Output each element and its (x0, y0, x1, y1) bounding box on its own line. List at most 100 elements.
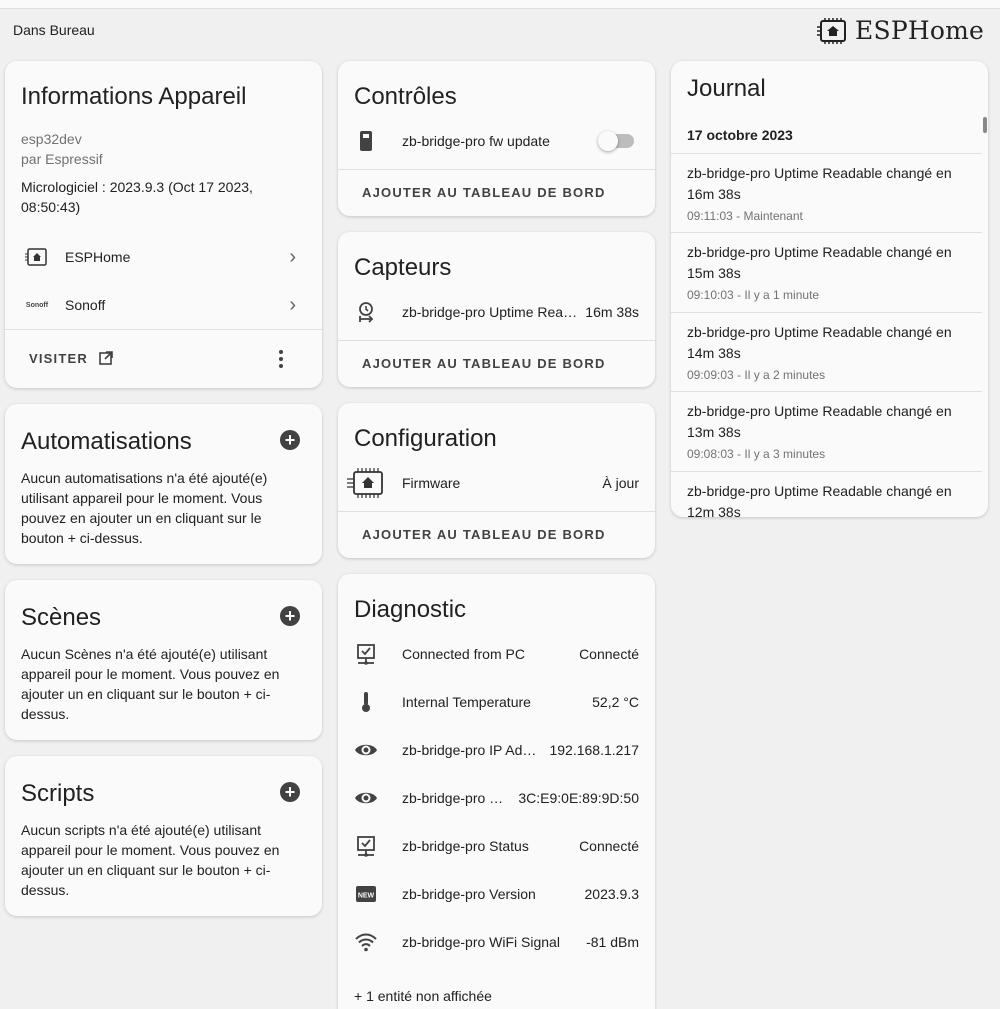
journal-date: 17 octobre 2023 (687, 127, 793, 143)
integration-sonoff[interactable]: Sonoff Sonoff › (5, 281, 322, 329)
esphome-logo-icon (25, 245, 49, 269)
monitor-check-icon (354, 642, 378, 666)
log-entry[interactable]: zb-bridge-pro Uptime Readable changé en … (671, 392, 982, 472)
integration-esphome[interactable]: ESPHome › (5, 233, 322, 281)
add-to-dashboard-button[interactable]: AJOUTER AU TABLEAU DE BORD (362, 527, 606, 542)
divider (338, 340, 655, 341)
integration-name: ESPHome (65, 249, 131, 265)
entity-name: Firmware (402, 475, 461, 491)
automations-card: Automatisations + Aucun automatisations … (5, 404, 322, 564)
add-automation-button[interactable]: + (280, 430, 300, 450)
log-message: zb-bridge-pro Uptime Readable changé en … (687, 244, 952, 281)
empty-text: Aucun Scènes n'a été ajouté(e) utilisant… (21, 646, 280, 722)
visit-label: VISITER (29, 350, 88, 366)
card-title: Contrôles (354, 83, 457, 110)
diagnostic-card: Diagnostic Connected from PC Connecté In… (338, 574, 655, 1009)
add-script-button[interactable]: + (280, 782, 300, 802)
log-entry[interactable]: zb-bridge-pro Uptime Readable changé en … (671, 313, 982, 392)
entity-name: zb-bridge-pro Mac Address (402, 790, 510, 806)
entity-row[interactable]: Firmware À jour (338, 459, 655, 507)
add-to-dashboard-button[interactable]: AJOUTER AU TABLEAU DE BORD (362, 185, 606, 200)
entity-row[interactable]: zb-bridge-pro Mac Address 3C:E9:0E:89:9D… (338, 774, 655, 822)
entity-value: -81 dBm (586, 934, 639, 950)
visit-button[interactable]: VISITER (21, 343, 114, 373)
entity-row[interactable]: zb-bridge-pro Status Connecté (338, 822, 655, 870)
card-title: Scripts (21, 780, 95, 807)
entity-value: 3C:E9:0E:89:9D:50 (518, 790, 639, 806)
entity-name: zb-bridge-pro IP Address (402, 742, 542, 758)
area-breadcrumb[interactable]: Dans Bureau (13, 22, 95, 38)
entity-name: zb-bridge-pro Uptime Readable (402, 304, 577, 320)
entity-value: 16m 38s (585, 304, 639, 320)
device-icon (354, 129, 378, 153)
fw-update-toggle[interactable] (598, 131, 634, 151)
entity-row[interactable]: Connected from PC Connecté (338, 630, 655, 678)
eye-icon (354, 738, 378, 762)
log-entry[interactable]: zb-bridge-pro Uptime Readable changé en … (671, 472, 982, 517)
eye-icon (354, 786, 378, 810)
log-message: zb-bridge-pro Uptime Readable changé en … (687, 483, 952, 517)
entity-row[interactable]: zb-bridge-pro WiFi Signal -81 dBm (338, 918, 655, 966)
divider (338, 169, 655, 170)
divider (338, 511, 655, 512)
log-entry[interactable]: zb-bridge-pro Uptime Readable changé en … (671, 233, 982, 313)
sensors-card: Capteurs zb-bridge-pro Uptime Readable 1… (338, 232, 655, 387)
empty-text: Aucun scripts n'a été ajouté(e) utilisan… (21, 822, 280, 898)
empty-text: Aucun automatisations n'a été ajouté(e) … (21, 470, 268, 546)
esphome-logo-icon (817, 17, 847, 44)
firmware-info: Micrologiciel : 2023.9.3 (Oct 17 2023, 0… (21, 179, 253, 215)
entity-row[interactable]: NEW zb-bridge-pro Version 2023.9.3 (338, 870, 655, 918)
integration-name: Sonoff (65, 297, 106, 313)
chevron-right-icon: › (289, 245, 296, 268)
entity-name: zb-bridge-pro Version (402, 886, 536, 902)
card-title: Scènes (21, 604, 102, 631)
divider (5, 329, 322, 330)
add-to-dashboard-button[interactable]: AJOUTER AU TABLEAU DE BORD (362, 356, 606, 371)
new-box-icon: NEW (354, 882, 378, 906)
timer-outline-icon (354, 300, 378, 324)
entity-name: Connected from PC (402, 646, 525, 662)
configuration-card: Configuration Firmware À jour AJOUTER AU… (338, 403, 655, 558)
wifi-icon (354, 930, 378, 954)
top-bar (0, 0, 1000, 9)
controls-card: Contrôles zb-bridge-pro fw update AJOUTE… (338, 61, 655, 216)
entity-row[interactable]: Internal Temperature 52,2 °C (338, 678, 655, 726)
entity-value: Connecté (579, 646, 639, 662)
entity-row[interactable]: zb-bridge-pro Uptime Readable 16m 38s (338, 288, 655, 336)
log-time: 09:09:03 - Il y a 2 minutes (687, 368, 826, 382)
card-title: Journal (687, 75, 766, 102)
device-info-card: Informations Appareil esp32dev par Espre… (5, 61, 322, 388)
monitor-check-icon (354, 834, 378, 858)
log-message: zb-bridge-pro Uptime Readable changé en … (687, 165, 952, 202)
add-scene-button[interactable]: + (280, 606, 300, 626)
card-title: Diagnostic (354, 596, 467, 623)
brand-name: ESPHome (855, 16, 984, 45)
sonoff-logo-icon: Sonoff (25, 301, 49, 309)
device-manufacturer: par Espressif (21, 151, 103, 167)
scrollbar[interactable] (983, 117, 987, 133)
card-title: Configuration (354, 425, 497, 452)
entity-value: 52,2 °C (592, 694, 639, 710)
esphome-logo-icon (346, 468, 386, 498)
card-title: Automatisations (21, 428, 192, 455)
log-message: zb-bridge-pro Uptime Readable changé en … (687, 324, 952, 361)
hidden-entities-link[interactable]: + 1 entité non affichée (354, 988, 492, 1004)
card-title: Informations Appareil (21, 83, 247, 110)
log-entry[interactable]: zb-bridge-pro Uptime Readable changé en … (671, 154, 982, 233)
scenes-card: Scènes + Aucun Scènes n'a été ajouté(e) … (5, 580, 322, 740)
device-model: esp32dev (21, 131, 82, 147)
card-title: Capteurs (354, 254, 452, 281)
chevron-right-icon: › (289, 293, 296, 316)
more-options-icon[interactable] (275, 347, 287, 371)
entity-value: 2023.9.3 (584, 886, 640, 902)
log-time: 09:10:03 - Il y a 1 minute (687, 288, 820, 302)
log-time: 09:08:03 - Il y a 3 minutes (687, 447, 826, 461)
entity-row[interactable]: zb-bridge-pro IP Address 192.168.1.217 (338, 726, 655, 774)
log-time: 09:11:03 - Maintenant (687, 209, 803, 223)
svg-text:NEW: NEW (358, 893, 375, 900)
thermometer-icon (354, 690, 378, 714)
entity-value: À jour (602, 475, 639, 491)
entity-value: 192.168.1.217 (549, 742, 639, 758)
entity-name: zb-bridge-pro WiFi Signal (402, 934, 560, 950)
entity-name: zb-bridge-pro Status (402, 838, 529, 854)
